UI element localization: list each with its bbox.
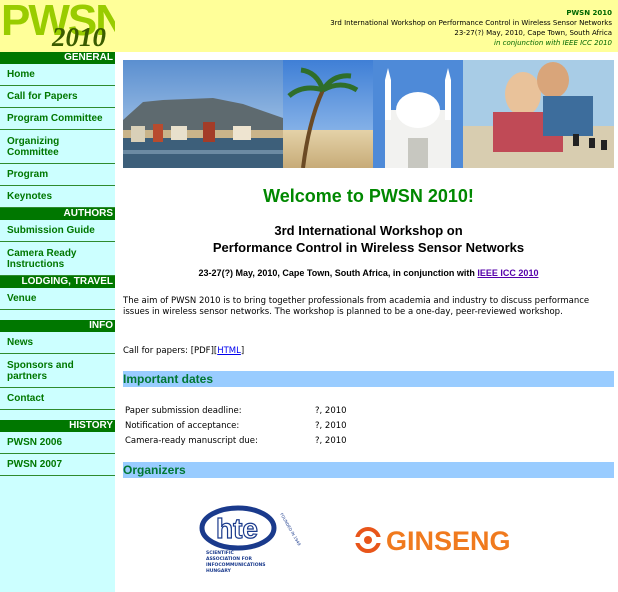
header-title: 3rd International Workshop on Performanc…: [330, 19, 612, 27]
dateline-text: 23-27(?) May, 2010, Cape Town, South Afr…: [198, 268, 478, 278]
date-label: Camera-ready manuscript due:: [125, 436, 258, 446]
page-title: Welcome to PWSN 2010!: [263, 186, 474, 206]
workshop-title-line1: 3rd International Workshop on: [274, 223, 463, 238]
hte-mark: hte: [216, 513, 258, 544]
nav-header-authors: AUTHORS: [0, 208, 115, 220]
hte-line3: INFOCOMMUNICATIONS: [206, 562, 266, 568]
nav-header-general: GENERAL: [0, 52, 115, 64]
hte-founded: FOUNDED IN 1949: [279, 512, 302, 547]
header-location: 23-27(?) May, 2010, Cape Town, South Afr…: [454, 29, 612, 37]
date-label: Paper submission deadline:: [125, 406, 242, 416]
nav-header-lodging: LODGING, TRAVEL: [0, 276, 115, 288]
header-conjunction: in conjunction with IEEE ICC 2010: [494, 39, 612, 47]
workshop-title: 3rd International Workshop on Performanc…: [123, 222, 614, 256]
sidebar-item-news[interactable]: News: [0, 332, 115, 354]
nav-header-history: HISTORY: [0, 420, 115, 432]
sidebar-item-program[interactable]: Program: [0, 164, 115, 186]
hte-line1: SCIENTIFIC: [206, 550, 235, 556]
date-value: ?, 2010: [315, 406, 347, 416]
cfp-pdf: [PDF]: [190, 346, 214, 356]
date-value: ?, 2010: [315, 421, 347, 431]
header-name: PWSN 2010: [566, 9, 612, 17]
date-row: Notification of acceptance: ?, 2010: [125, 419, 375, 434]
cfp-bracket-close: ]: [240, 346, 245, 356]
dateline: 23-27(?) May, 2010, Cape Town, South Afr…: [123, 268, 614, 278]
sidebar-item-home[interactable]: Home: [0, 64, 115, 86]
workshop-title-line2: Performance Control in Wireless Sensor N…: [212, 240, 525, 255]
cfp-html-link[interactable]: HTML: [217, 346, 241, 356]
sidebar-item-organizing-committee[interactable]: Organizing Committee: [0, 130, 115, 164]
ginseng-text: GINSENG: [386, 526, 511, 556]
important-dates-header: Important dates: [123, 371, 614, 387]
aim-paragraph: The aim of PWSN 2010 is to bring togethe…: [123, 296, 590, 317]
date-row: Paper submission deadline: ?, 2010: [125, 404, 375, 419]
hte-logo[interactable]: hte FOUNDED IN 1949 SCIENTIFIC ASSOCIATI…: [198, 502, 302, 576]
sidebar-item-pwsn-2006[interactable]: PWSN 2006: [0, 432, 115, 454]
sidebar-item-contact[interactable]: Contact: [0, 388, 115, 410]
hte-line2: ASSOCIATION FOR: [206, 556, 252, 562]
header-bar: PWSN 2010 3rd International Workshop on …: [115, 0, 618, 52]
important-dates-list: Paper submission deadline: ?, 2010 Notif…: [125, 404, 375, 449]
sidebar-nav: GENERAL Home Call for Papers Program Com…: [0, 52, 115, 476]
sidebar-item-program-committee[interactable]: Program Committee: [0, 108, 115, 130]
date-value: ?, 2010: [315, 436, 347, 446]
sidebar-item-call-for-papers[interactable]: Call for Papers: [0, 86, 115, 108]
ginseng-logo[interactable]: GINSENG: [354, 520, 534, 560]
banner-image: [123, 60, 614, 168]
nav-header-info: INFO: [0, 320, 115, 332]
logo-year: 2010: [52, 22, 106, 52]
date-label: Notification of acceptance:: [125, 421, 240, 431]
date-row: Camera-ready manuscript due: ?, 2010: [125, 434, 375, 449]
organizers-header: Organizers: [123, 462, 614, 478]
call-for-papers-line: Call for papers: [PDF][HTML]: [123, 346, 244, 356]
sidebar: PWSN 2010 GENERAL Home Call for Papers P…: [0, 0, 115, 592]
site-logo[interactable]: PWSN 2010: [0, 0, 115, 52]
sidebar-item-sponsors[interactable]: Sponsors and partners: [0, 354, 115, 388]
cfp-label: Call for papers:: [123, 346, 191, 356]
sidebar-item-camera-ready[interactable]: Camera Ready Instructions: [0, 242, 115, 276]
hte-line4: HUNGARY: [206, 568, 232, 574]
ginseng-symbol-icon: [355, 527, 381, 553]
sidebar-item-submission-guide[interactable]: Submission Guide: [0, 220, 115, 242]
sidebar-item-keynotes[interactable]: Keynotes: [0, 186, 115, 208]
ieee-icc-link[interactable]: IEEE ICC 2010: [477, 268, 538, 278]
sidebar-item-pwsn-2007[interactable]: PWSN 2007: [0, 454, 115, 476]
sidebar-item-venue[interactable]: Venue: [0, 288, 115, 310]
